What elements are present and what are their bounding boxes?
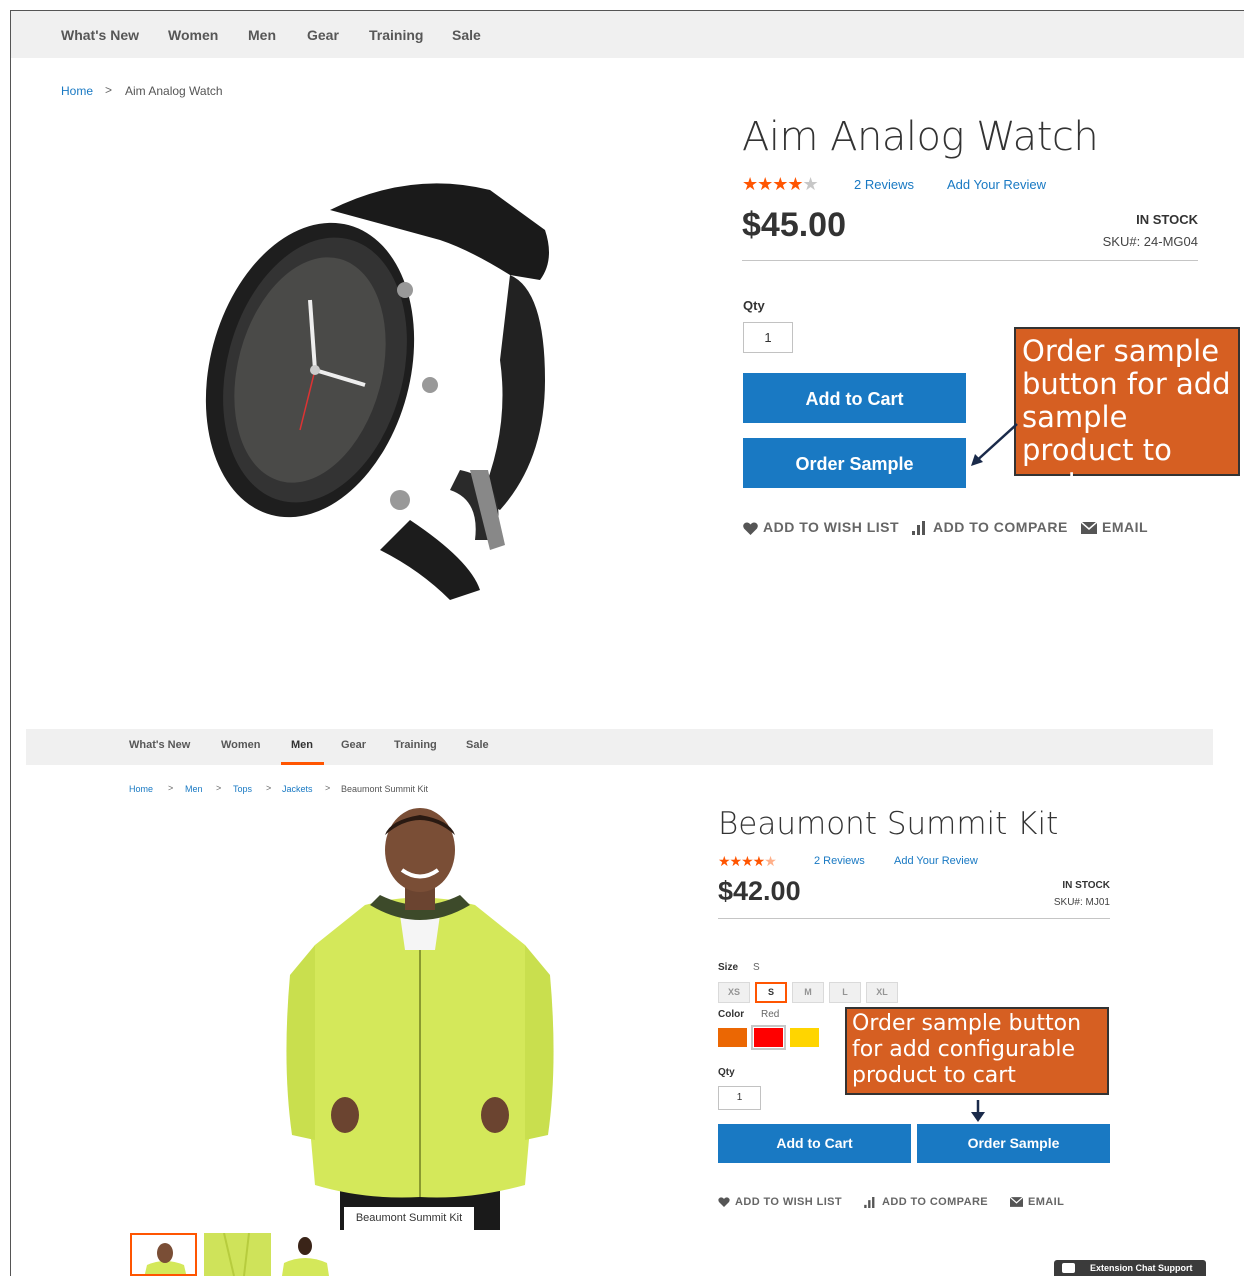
qty-input-2[interactable]: 1	[718, 1086, 761, 1110]
breadcrumb-separator: >	[168, 783, 174, 793]
email-label-2: EMAIL	[1028, 1196, 1065, 1208]
breadcrumb-current-2: Beaumont Summit Kit	[341, 784, 429, 794]
stock-status: IN STOCK	[1136, 212, 1198, 227]
nav-sale-2[interactable]: Sale	[466, 739, 489, 751]
product-sku-2: SKU#: MJ01	[1053, 897, 1110, 908]
breadcrumb-home[interactable]: Home	[61, 84, 93, 98]
arrow-down-icon	[971, 1100, 985, 1122]
top-navigation: What's New Women Men Gear Training Sale	[11, 11, 1244, 58]
color-swatch-yellow[interactable]	[790, 1028, 819, 1047]
product-image-watch[interactable]	[150, 130, 620, 620]
add-to-wishlist-link-2[interactable]: ADD TO WISH LIST	[718, 1196, 842, 1208]
add-review-link-2[interactable]: Add Your Review	[894, 855, 978, 867]
nav-men[interactable]: Men	[248, 27, 276, 43]
add-to-cart-button-2[interactable]: Add to Cart	[718, 1124, 911, 1163]
size-swatch-xs[interactable]: XS	[718, 982, 750, 1003]
envelope-icon	[1081, 522, 1097, 535]
chat-bubble-icon	[1062, 1263, 1075, 1273]
product-price: $45.00	[742, 206, 846, 244]
reviews-link-2[interactable]: 2 Reviews	[814, 855, 865, 867]
product-title: Aim Analog Watch	[742, 114, 1099, 160]
thumbnail-1[interactable]	[130, 1233, 197, 1276]
chat-support-button[interactable]: Extension Chat Support	[1054, 1260, 1206, 1276]
rating-stars-2[interactable]: ★★★★★	[718, 853, 777, 870]
size-swatch-xl[interactable]: XL	[866, 982, 898, 1003]
product-image-jacket[interactable]	[270, 805, 570, 1230]
product-sku: SKU#: 24-MG04	[1102, 234, 1198, 249]
qty-input[interactable]: 1	[743, 322, 793, 353]
nav-sale[interactable]: Sale	[452, 27, 481, 43]
nav-active-indicator	[281, 762, 324, 765]
annotation-callout-configurable: Order sample button for add configurable…	[845, 1007, 1109, 1095]
size-selected-value: S	[753, 962, 760, 973]
order-sample-button[interactable]: Order Sample	[743, 438, 966, 488]
envelope-icon	[1010, 1197, 1023, 1207]
nav-gear-2[interactable]: Gear	[341, 739, 366, 751]
reviews-link[interactable]: 2 Reviews	[854, 177, 914, 192]
wishlist-label-2: ADD TO WISH LIST	[735, 1196, 843, 1208]
breadcrumb-tops[interactable]: Tops	[233, 784, 252, 794]
breadcrumb-current: Aim Analog Watch	[125, 84, 223, 98]
arrow-icon	[971, 423, 1018, 466]
size-label: Size	[718, 962, 739, 973]
breadcrumb-separator: >	[266, 783, 272, 793]
add-review-link[interactable]: Add Your Review	[947, 177, 1046, 192]
email-label: EMAIL	[1102, 519, 1149, 535]
email-link-2[interactable]: EMAIL	[1010, 1196, 1064, 1208]
add-to-cart-button[interactable]: Add to Cart	[743, 373, 966, 423]
product-title-2: Beaumont Summit Kit	[718, 806, 1059, 842]
add-to-wishlist-link[interactable]: ADD TO WISH LIST	[743, 519, 899, 535]
size-swatch-m[interactable]: M	[792, 982, 824, 1003]
chat-support-label: Extension Chat Support	[1090, 1263, 1193, 1273]
breadcrumb-separator: >	[216, 783, 222, 793]
nav-whats-new-2[interactable]: What's New	[129, 739, 190, 751]
breadcrumb-separator: >	[325, 783, 331, 793]
compare-label: ADD TO COMPARE	[933, 519, 1068, 535]
thumbnail-3[interactable]	[272, 1233, 339, 1276]
nav-whats-new[interactable]: What's New	[61, 27, 139, 43]
wishlist-label: ADD TO WISH LIST	[763, 519, 900, 535]
breadcrumb-separator: >	[105, 83, 113, 97]
nav-gear[interactable]: Gear	[307, 27, 339, 43]
heart-icon	[743, 522, 758, 535]
divider-2	[718, 918, 1110, 919]
breadcrumb-men[interactable]: Men	[185, 784, 203, 794]
top-navigation-2: What's New Women Men Gear Training Sale	[26, 729, 1213, 765]
nav-women[interactable]: Women	[168, 27, 218, 43]
compare-icon	[864, 1196, 875, 1208]
color-selected-value: Red	[761, 1009, 780, 1020]
color-label: Color	[718, 1009, 745, 1020]
stock-status-2: IN STOCK	[1062, 880, 1110, 891]
breadcrumb-jackets[interactable]: Jackets	[282, 784, 313, 794]
size-swatch-s[interactable]: S	[755, 982, 787, 1003]
qty-label-2: Qty	[718, 1067, 735, 1078]
rating-stars[interactable]: ★★★★★	[742, 174, 819, 195]
add-to-compare-link[interactable]: ADD TO COMPARE	[912, 519, 1068, 536]
nav-training[interactable]: Training	[369, 27, 423, 43]
order-sample-button-2[interactable]: Order Sample	[917, 1124, 1110, 1163]
color-swatch-orange[interactable]	[718, 1028, 747, 1047]
nav-women-2[interactable]: Women	[221, 739, 261, 751]
color-swatch-red[interactable]	[751, 1025, 786, 1050]
qty-label: Qty	[743, 298, 765, 313]
size-swatch-l[interactable]: L	[829, 982, 861, 1003]
thumbnail-2[interactable]	[204, 1233, 271, 1276]
divider	[742, 260, 1198, 261]
email-link[interactable]: EMAIL	[1081, 519, 1148, 535]
image-caption: Beaumont Summit Kit	[344, 1207, 474, 1230]
nav-training-2[interactable]: Training	[394, 739, 437, 751]
nav-men-2[interactable]: Men	[291, 739, 313, 751]
add-to-compare-link-2[interactable]: ADD TO COMPARE	[864, 1196, 988, 1208]
heart-icon	[718, 1197, 730, 1208]
breadcrumb-home-2[interactable]: Home	[129, 784, 153, 794]
compare-icon	[912, 521, 925, 536]
compare-label-2: ADD TO COMPARE	[882, 1196, 989, 1208]
product-price-2: $42.00	[718, 876, 801, 906]
annotation-callout-simple: Order sample button for add sample produ…	[1014, 327, 1240, 500]
